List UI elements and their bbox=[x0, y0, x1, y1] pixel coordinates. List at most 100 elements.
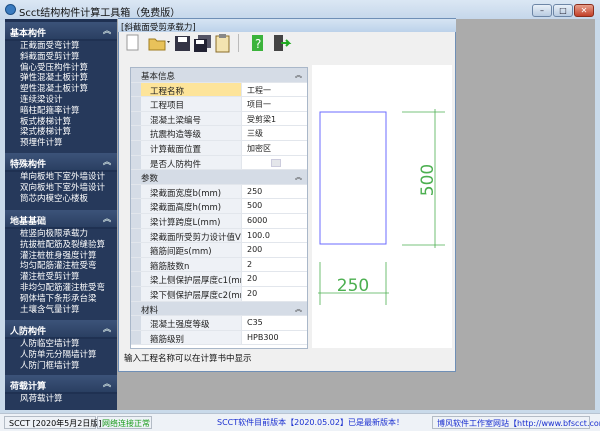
property-label: 计算截面位置 bbox=[141, 141, 242, 155]
collapse-chevron-icon[interactable]: ︽ bbox=[103, 25, 111, 36]
save-icon[interactable] bbox=[173, 33, 191, 53]
property-value[interactable]: 三级 bbox=[243, 126, 263, 140]
collapse-chevron-icon[interactable]: ︽ bbox=[103, 156, 111, 167]
sidebar-item[interactable]: 抗拔桩配筋及裂缝验算 bbox=[5, 240, 117, 251]
property-value[interactable]: 20 bbox=[243, 287, 257, 301]
website-link[interactable]: 博风软件工作室网站【http://www.bfscct.com】 bbox=[432, 416, 600, 429]
grid-row[interactable]: 梁截面高度h(mm) 500 bbox=[131, 199, 307, 214]
property-value[interactable]: 6000 bbox=[243, 214, 267, 228]
property-value[interactable]: 100.0 bbox=[243, 229, 270, 243]
section-title: 人防构件 bbox=[10, 327, 47, 337]
sidebar-item[interactable]: 桩竖向极限承载力 bbox=[5, 229, 117, 240]
sidebar-section-header[interactable]: 荷载计算 ︽ bbox=[5, 375, 117, 392]
sidebar-section-header[interactable]: 人防构件 ︽ bbox=[5, 320, 117, 337]
sidebar-item[interactable]: 灌注桩桩身强度计算 bbox=[5, 251, 117, 262]
grid-row[interactable]: 梁截面所受剪力设计值V(kN)100.0 bbox=[131, 228, 307, 244]
grid-row[interactable]: 箍筋间距s(mm) 200 bbox=[131, 243, 307, 258]
sidebar-item[interactable]: 弹性混凝土板计算 bbox=[5, 73, 117, 84]
grid-category[interactable]: 参数 ︽ bbox=[131, 170, 307, 185]
grid-row[interactable]: 箍筋肢数n 2 bbox=[131, 257, 307, 273]
sidebar-item[interactable]: 正截面受弯计算 bbox=[5, 41, 117, 52]
property-label: 工程名称 bbox=[141, 82, 242, 97]
sidebar-item[interactable]: 土壤含气量计算 bbox=[5, 305, 117, 316]
property-value[interactable]: 20 bbox=[243, 272, 257, 286]
sidebar-item[interactable]: 塑性混凝土板计算 bbox=[5, 84, 117, 95]
sidebar-section-header[interactable]: 地基基础 ︽ bbox=[5, 210, 117, 227]
row-gutter bbox=[131, 199, 141, 213]
property-label: 工程项目 bbox=[141, 97, 242, 111]
sidebar-section-items: 桩竖向极限承载力 抗拔桩配筋及裂缝验算 灌注桩桩身强度计算 均匀配筋灌注桩受弯 灌注桩受… bbox=[5, 229, 117, 322]
sidebar-item[interactable]: 梁式楼梯计算 bbox=[5, 127, 117, 138]
property-value[interactable]: 2 bbox=[243, 258, 252, 272]
section-drawing: 500 250 bbox=[312, 65, 452, 348]
open-folder-icon[interactable] bbox=[148, 33, 170, 53]
row-gutter bbox=[131, 330, 141, 345]
new-file-icon[interactable] bbox=[123, 33, 141, 53]
grid-row[interactable]: 工程项目 项目一 bbox=[131, 97, 307, 112]
grid-row[interactable]: 箍筋级别 HPB300 bbox=[131, 330, 307, 346]
sidebar-item[interactable]: 偏心受压构件计算 bbox=[5, 63, 117, 74]
property-value[interactable]: 500 bbox=[243, 199, 262, 213]
property-value[interactable]: C35 bbox=[243, 316, 263, 330]
collapse-chevron-icon[interactable]: ︽ bbox=[103, 323, 111, 334]
grid-row[interactable]: 混凝土强度等级 C35 bbox=[131, 316, 307, 331]
status-bar: SCCT [2020年5月2日版] 网络连接正常 SCCT软件目前版本【2020… bbox=[0, 413, 600, 431]
grid-row[interactable]: 梁下侧保护层厚度c2(mm) 20 bbox=[131, 287, 307, 302]
grid-row[interactable]: 是否人防构件 bbox=[131, 155, 307, 171]
property-value[interactable]: 受剪梁1 bbox=[243, 112, 276, 126]
sidebar-item[interactable]: 筒芯内模空心楼板 bbox=[5, 194, 117, 205]
collapse-chevron-icon[interactable]: ︽ bbox=[103, 213, 111, 224]
sidebar-item[interactable]: 灌注桩受剪计算 bbox=[5, 272, 117, 283]
property-value[interactable]: 项目一 bbox=[243, 97, 271, 111]
sidebar-section-header[interactable]: 特殊构件 ︽ bbox=[5, 153, 117, 170]
exit-icon[interactable] bbox=[271, 33, 292, 53]
help-icon[interactable]: ? bbox=[248, 33, 266, 53]
property-value[interactable]: 加密区 bbox=[243, 141, 271, 155]
sidebar-item[interactable]: 人防门框墙计算 bbox=[5, 361, 117, 372]
sidebar-item[interactable]: 非均匀配筋灌注桩受弯 bbox=[5, 283, 117, 294]
minimize-button[interactable]: – bbox=[532, 4, 552, 17]
grid-row[interactable]: 抗震构造等级 三级 bbox=[131, 126, 307, 141]
property-label: 箍筋间距s(mm) bbox=[141, 243, 242, 257]
close-button[interactable]: ✕ bbox=[574, 4, 594, 17]
grid-row[interactable]: 工程名称 工程一 bbox=[131, 82, 307, 98]
sidebar-item[interactable]: 双向板地下室外墙设计 bbox=[5, 183, 117, 194]
grid-row[interactable]: 梁计算跨度L(mm) 6000 bbox=[131, 214, 307, 229]
sidebar-item[interactable]: 风荷载计算 bbox=[5, 394, 117, 405]
collapse-chevron-icon[interactable]: ︽ bbox=[295, 70, 302, 80]
property-value[interactable]: 250 bbox=[243, 185, 262, 199]
property-value[interactable]: 200 bbox=[243, 243, 262, 257]
grid-row[interactable]: 计算截面位置 加密区 bbox=[131, 141, 307, 156]
clipboard-icon[interactable] bbox=[213, 33, 231, 53]
row-gutter bbox=[131, 214, 141, 228]
property-checkbox[interactable] bbox=[271, 158, 281, 167]
grid-row[interactable]: 梁截面宽度b(mm) 250 bbox=[131, 184, 307, 200]
sidebar-item[interactable]: 板式楼梯计算 bbox=[5, 117, 117, 128]
row-gutter bbox=[131, 184, 141, 199]
collapse-chevron-icon[interactable]: ︽ bbox=[295, 172, 302, 182]
hint-text: 输入工程名称可以在计算书中显示 bbox=[124, 354, 252, 364]
sidebar-item[interactable]: 暗柱配箍率计算 bbox=[5, 106, 117, 117]
sidebar-item[interactable]: 单向板地下室外墙设计 bbox=[5, 172, 117, 183]
collapse-chevron-icon[interactable]: ︽ bbox=[295, 304, 302, 314]
sidebar-item[interactable]: 人防临空墙计算 bbox=[5, 339, 117, 350]
save-all-icon[interactable] bbox=[193, 33, 211, 53]
sidebar-section-header[interactable]: 基本构件 ︽ bbox=[5, 22, 117, 39]
grid-row[interactable]: 混凝土梁编号 受剪梁1 bbox=[131, 111, 307, 127]
sidebar-item[interactable]: 预埋件计算 bbox=[5, 138, 117, 149]
property-value[interactable]: HPB300 bbox=[243, 331, 279, 345]
sidebar-item[interactable]: 连续梁设计 bbox=[5, 95, 117, 106]
property-value[interactable]: 工程一 bbox=[243, 83, 271, 97]
row-gutter bbox=[131, 126, 141, 140]
sidebar-item[interactable]: 斜截面受剪计算 bbox=[5, 52, 117, 63]
sidebar: 基本构件 ︽ 正截面受弯计算 斜截面受剪计算 偏心受压构件计算 弹性混凝土板计算 塑性混凝土… bbox=[5, 19, 117, 410]
sidebar-item[interactable]: 砌体墙下条形承台梁 bbox=[5, 294, 117, 305]
row-gutter bbox=[131, 257, 141, 272]
sidebar-item[interactable]: 均匀配筋灌注桩受弯 bbox=[5, 261, 117, 272]
grid-category[interactable]: 材料 ︽ bbox=[131, 301, 307, 317]
sidebar-item[interactable]: 人防单元分隔墙计算 bbox=[5, 350, 117, 361]
grid-row[interactable]: 梁上侧保护层厚度c1(mm) 20 bbox=[131, 272, 307, 287]
grid-category[interactable]: 基本信息 ︽ bbox=[131, 68, 307, 83]
maximize-button[interactable]: □ bbox=[553, 4, 573, 17]
collapse-chevron-icon[interactable]: ︽ bbox=[103, 378, 111, 389]
